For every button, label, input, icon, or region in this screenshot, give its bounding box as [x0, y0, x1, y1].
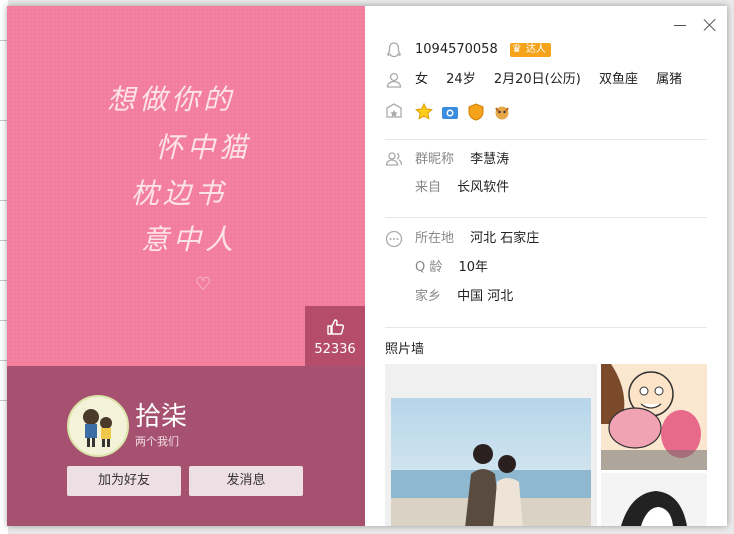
hometown-label: 家乡 — [415, 289, 442, 304]
talent-badge[interactable]: 达人 — [509, 42, 551, 57]
right-panel: 1094570058 达人 女 24岁 2月20日(公历) 双鱼座 属猪 — [365, 6, 727, 526]
couple-beach-photo — [391, 398, 591, 526]
signature: 两个我们 — [135, 435, 179, 448]
like-count: 52336 — [314, 342, 356, 357]
group-nick-row: 群昵称 李慧涛 — [415, 150, 509, 170]
heart-icon: ♡ — [195, 274, 212, 295]
photo-cartoon-1[interactable] — [601, 364, 707, 470]
add-friend-button[interactable]: 加为好友 — [67, 466, 181, 496]
avatar[interactable] — [67, 395, 129, 457]
personal-info-row: 女 24岁 2月20日(公历) 双鱼座 属猪 — [415, 70, 682, 90]
qage-row: Q 龄 10年 — [415, 258, 488, 278]
hometown-value: 中国 河北 — [457, 289, 514, 304]
more-icon — [385, 230, 403, 248]
person-icon — [386, 72, 402, 88]
age: 24岁 — [446, 72, 476, 87]
poem-line-1: 想做你的 — [107, 83, 236, 116]
birthday: 2月20日(公历) — [493, 72, 581, 87]
group-nick-label: 群昵称 — [415, 152, 455, 167]
poem-line-2: 怀中猫 — [155, 131, 252, 164]
from-row: 来自 长风软件 — [415, 178, 509, 198]
hometown-row: 家乡 中国 河北 — [415, 287, 513, 307]
photo-main[interactable] — [385, 364, 597, 526]
from-label: 来自 — [415, 180, 442, 195]
group-nick-icon — [385, 152, 403, 166]
divider — [385, 327, 707, 328]
avatar-couple-image — [83, 409, 112, 447]
thumb-up-icon — [327, 319, 345, 335]
from-value: 长风软件 — [457, 180, 510, 195]
divider — [385, 139, 707, 140]
nickname: 拾柒 — [135, 402, 188, 432]
level-icons — [415, 101, 514, 121]
location-row: 所在地 河北 石家庄 — [415, 229, 539, 249]
poem-line-4: 意中人 — [141, 223, 238, 256]
gender: 女 — [415, 72, 429, 87]
group-nick-value: 李慧涛 — [470, 152, 510, 167]
qq-number: 1094570058 — [415, 42, 498, 57]
shield-icon[interactable] — [467, 102, 485, 121]
camera-vip-icon[interactable] — [441, 103, 459, 121]
chinese-zodiac: 属猪 — [656, 72, 683, 87]
level-icon — [386, 103, 402, 118]
photo-wall-title: 照片墙 — [385, 342, 425, 357]
cover-image: 想做你的 怀中猫 枕边书 意中人 ♡ 52336 — [7, 6, 365, 366]
pet-icon[interactable] — [493, 103, 511, 121]
qq-number-row: 1094570058 达人 — [415, 40, 551, 60]
zodiac: 双鱼座 — [598, 72, 638, 87]
poem-line-3: 枕边书 — [131, 177, 228, 210]
location-value: 河北 石家庄 — [470, 231, 540, 246]
qage-label: Q 龄 — [415, 260, 443, 275]
send-message-button[interactable]: 发消息 — [189, 466, 303, 496]
star-level-icon[interactable] — [415, 102, 433, 121]
qage-value: 10年 — [458, 260, 489, 275]
close-button[interactable] — [703, 18, 717, 32]
photo-cartoon-2[interactable] — [601, 473, 707, 526]
profile-card: 想做你的 怀中猫 枕边书 意中人 ♡ 52336 拾柒 两个我们 加为好友 发消… — [7, 6, 727, 526]
left-panel: 想做你的 怀中猫 枕边书 意中人 ♡ 52336 拾柒 两个我们 加为好友 发消… — [7, 6, 365, 526]
like-button[interactable]: 52336 — [305, 306, 365, 366]
qq-penguin-icon — [387, 42, 401, 58]
minimize-button[interactable] — [673, 18, 687, 32]
divider — [385, 217, 707, 218]
profile-section: 拾柒 两个我们 加为好友 发消息 — [7, 366, 365, 526]
location-label: 所在地 — [415, 231, 455, 246]
